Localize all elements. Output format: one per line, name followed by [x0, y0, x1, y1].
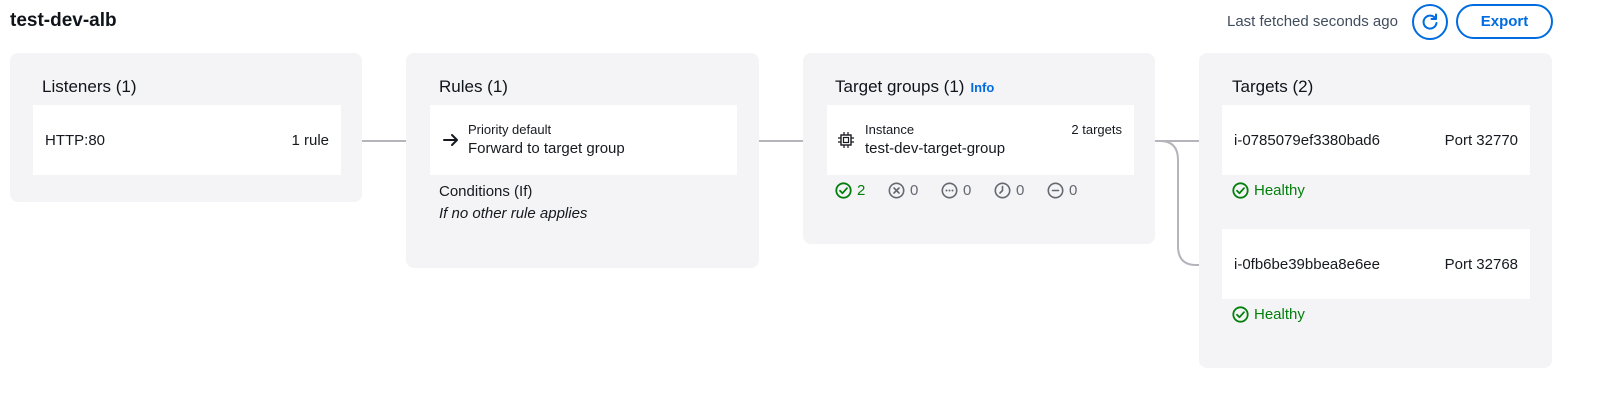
status-ok-icon: [1232, 306, 1249, 323]
stat-unavailable-count: 0: [1069, 182, 1078, 199]
target-id: i-0785079ef3380bad6: [1234, 132, 1380, 149]
target-groups-panel: Target groups (1) Info Instance test-dev-…: [803, 53, 1155, 244]
stat-unavailable: 0: [1047, 182, 1077, 199]
status-in-progress-icon: [994, 182, 1011, 199]
rules-title: Rules (1): [439, 77, 508, 96]
rules-panel: Rules (1) Priority default Forward to ta…: [406, 53, 759, 268]
stat-draining-count: 0: [1016, 182, 1025, 199]
target-group-type: Instance: [865, 122, 915, 137]
listeners-title: Listeners (1): [42, 77, 137, 96]
stat-unused-count: 0: [963, 182, 972, 199]
status-ok-icon: [1232, 182, 1249, 199]
status-stopped-icon: [1047, 182, 1064, 199]
listener-card[interactable]: HTTP:80 1 rule: [33, 105, 341, 175]
stat-unhealthy-count: 0: [910, 182, 919, 199]
status-error-icon: [888, 182, 905, 199]
instance-icon: [838, 132, 854, 148]
target-groups-title-row: Target groups (1) Info: [835, 77, 994, 97]
target-group-name: test-dev-target-group: [865, 140, 1006, 157]
target-port: Port 32770: [1444, 132, 1518, 149]
arrow-right-icon: [443, 134, 458, 146]
info-link[interactable]: Info: [970, 80, 994, 95]
conditions-label: Conditions (If): [439, 183, 533, 200]
listeners-panel: Listeners (1) HTTP:80 1 rule: [10, 53, 362, 202]
stat-unused: 0: [941, 182, 971, 199]
targets-title: Targets (2): [1232, 77, 1314, 96]
target-group-count: 2 targets: [1071, 122, 1122, 137]
target-group-card[interactable]: Instance test-dev-target-group 2 targets: [827, 105, 1134, 175]
target-health: Healthy: [1232, 182, 1305, 199]
target-health: Healthy: [1232, 306, 1305, 323]
listener-rule-count: 1 rule: [291, 132, 329, 149]
target-card[interactable]: i-0785079ef3380bad6 Port 32770: [1222, 105, 1530, 175]
status-ok-icon: [835, 182, 852, 199]
stat-healthy: 2: [835, 182, 865, 199]
target-card[interactable]: i-0fb6be39bbea8e6ee Port 32768: [1222, 229, 1530, 299]
status-pending-icon: [941, 182, 958, 199]
rule-priority: Priority default: [468, 122, 552, 137]
conditions-value: If no other rule applies: [439, 205, 588, 222]
targets-panel: Targets (2) i-0785079ef3380bad6 Port 327…: [1199, 53, 1552, 368]
target-health-label: Healthy: [1254, 306, 1305, 323]
target-id: i-0fb6be39bbea8e6ee: [1234, 256, 1380, 273]
rule-action: Forward to target group: [468, 140, 625, 157]
target-groups-title: Target groups (1): [835, 77, 965, 96]
rule-card[interactable]: Priority default Forward to target group: [430, 105, 737, 175]
stat-healthy-count: 2: [857, 182, 866, 199]
listener-name: HTTP:80: [45, 132, 106, 149]
stat-unhealthy: 0: [888, 182, 918, 199]
target-port: Port 32768: [1444, 256, 1518, 273]
target-health-label: Healthy: [1254, 182, 1305, 199]
stat-draining: 0: [994, 182, 1024, 199]
